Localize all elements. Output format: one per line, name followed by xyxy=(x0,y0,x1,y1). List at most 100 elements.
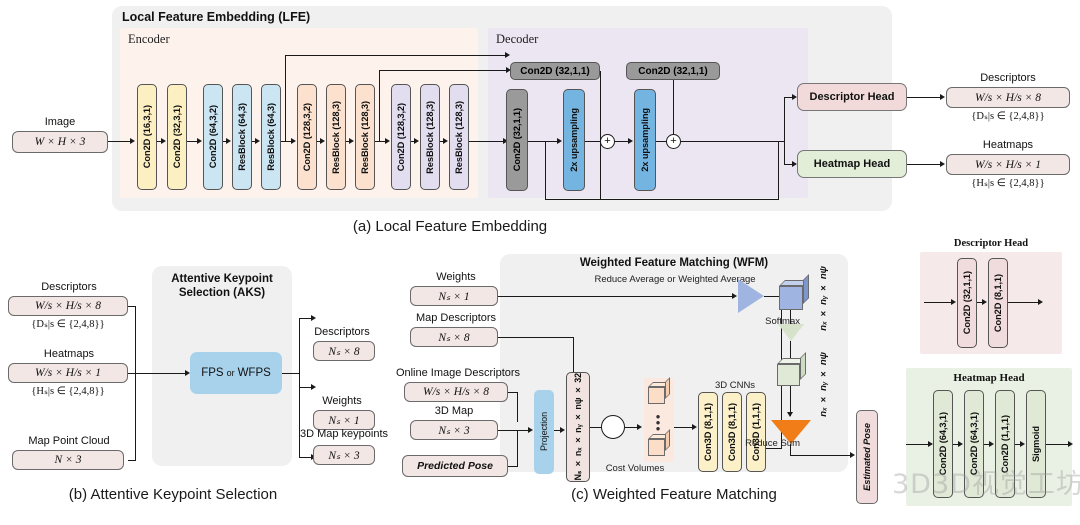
aks-output-0-shape: Nₛ × 8 xyxy=(313,341,375,361)
wfm-softmax-label: Softmax xyxy=(765,316,800,327)
encoder-block-0: Con2D (16,3,1) xyxy=(137,84,157,190)
skip-riser-0 xyxy=(379,70,381,141)
wfm-onl-riser xyxy=(517,392,519,422)
wfm-reduce-label: Reduce Average or Weighted Average xyxy=(594,274,756,285)
aks-input-1-title: Heatmaps xyxy=(43,348,95,360)
decoder-block-2-label: 2x upsampling xyxy=(640,108,650,172)
enc-arrow-6 xyxy=(349,138,354,144)
decoder-block-1: 2x upsampling xyxy=(563,89,585,191)
aks-input-1-set: {Hₛ|s ∈ {2,4,8}} xyxy=(31,386,105,397)
heat-out-line xyxy=(907,164,942,166)
wfm-proj-out-arrow xyxy=(560,427,565,433)
bypass-bus xyxy=(545,199,779,201)
encoder-block-2-label: Con2D (64,3,2) xyxy=(208,105,218,169)
lfe-output-0-title: Descriptors xyxy=(980,72,1036,84)
cost-volume-ellipsis: • • • xyxy=(655,409,661,436)
wfm-cnn-block-2: Con3D (1,1,1) xyxy=(746,392,766,472)
merge-node-0-symbol: + xyxy=(604,135,611,147)
merge-node-1: + xyxy=(666,134,681,149)
aks-input-2-title: Map Point Cloud xyxy=(28,435,110,447)
heatmap-head-block-2: Con2D (1,1,1) xyxy=(995,390,1015,498)
wfm-cnn-block-1: Con3D (8,1,1) xyxy=(722,392,742,472)
skip-line-1 xyxy=(285,55,507,57)
caption-b: (b) Attentive Keypoint Selection xyxy=(68,486,278,503)
wfm-cv-out-line xyxy=(674,427,694,429)
skip-riser-1 xyxy=(285,55,287,141)
encoder-block-10: ResBlock (128,3) xyxy=(449,84,469,190)
aks-core-label-b: WFPS xyxy=(237,367,271,379)
dhead-in-line xyxy=(924,302,953,304)
enc-arrow-3 xyxy=(255,138,260,144)
heatmap-head-box[interactable]: Heatmap Head xyxy=(797,150,907,178)
wfm-projection-block: Projection xyxy=(534,390,554,474)
aks-output-2-shape: Nₛ × 3 xyxy=(313,445,375,465)
wfm-cv-out-arrow xyxy=(692,424,697,430)
dec-link-2 xyxy=(615,141,629,143)
aks-core-fps[interactable]: FPS or WFPS xyxy=(190,352,282,394)
line-image-to-encoder xyxy=(108,141,131,143)
wfm-estimated-pose-label: Estimated Pose xyxy=(862,423,872,491)
encoder-block-8: Con2D (128,3,2) xyxy=(391,84,411,190)
aks-input-0-shape: W/s × H/s × 8 xyxy=(8,296,128,316)
encoder-block-6: ResBlock (128,3) xyxy=(326,84,346,190)
hhead-out-line xyxy=(1046,444,1070,446)
aks-title-line2: Selection (AKS) xyxy=(178,287,266,299)
wfm-predicted-pose-box: Predicted Pose xyxy=(402,455,508,477)
bypass-riser-b xyxy=(600,141,602,199)
wfm-input-2-shape: W/s × H/s × 8 xyxy=(404,382,508,402)
figure-root: Local Feature Embedding (LFE) Encoder De… xyxy=(0,0,1080,525)
wfm-input-0-shape: Nₛ × 1 xyxy=(410,286,498,306)
aks-input-0-title: Descriptors xyxy=(41,281,97,293)
decoder-block-2: 2x upsampling xyxy=(634,89,656,191)
aks-out1-arrow xyxy=(311,384,316,390)
encoder-block-5: Con2D (128,3,2) xyxy=(297,84,317,190)
skip-arrow-1 xyxy=(505,52,510,58)
dhead-in-arrow xyxy=(951,299,956,305)
descriptor-head-block-0-label: Con2D (32,1,1) xyxy=(962,271,972,335)
wfm-weights-line xyxy=(498,296,734,298)
dec-link-3 xyxy=(656,141,666,143)
encoder-block-7-label: ResBlock (128,3) xyxy=(360,100,370,174)
decoder-block-1-label: 2x upsampling xyxy=(569,108,579,172)
hhead-arrow-0 xyxy=(958,441,963,447)
aks-core-label-or: or xyxy=(226,368,235,378)
heatmap-head-block-0: Con2D (64,3,1) xyxy=(933,390,953,498)
wfm-proj-in-line xyxy=(498,430,530,432)
wfm-reducesum-arrow xyxy=(787,412,793,417)
encoder-block-10-label: ResBlock (128,3) xyxy=(454,100,464,174)
encoder-block-4: ResBlock (64,3) xyxy=(261,84,281,190)
cost-volume-cube-bottom-icon xyxy=(648,429,674,458)
dec-arrow-0 xyxy=(557,138,562,144)
heatmap-head-block-2-label: Con2D (1,1,1) xyxy=(1000,414,1010,474)
heatmap-head-title: Heatmap Head xyxy=(953,372,1025,384)
merge-node-1-symbol: + xyxy=(670,135,677,147)
wfm-weights-arrow xyxy=(732,293,737,299)
enc-arrow-7 xyxy=(385,138,390,144)
skip-line-0 xyxy=(379,70,508,72)
encoder-block-6-label: ResBlock (128,3) xyxy=(331,100,341,174)
skipconv0-down xyxy=(600,71,602,142)
heatmap-head-block-1-label: Con2D (64,3,1) xyxy=(969,412,979,476)
encoder-block-9-label: ResBlock (128,3) xyxy=(425,100,435,174)
wfm-projection-label: Projection xyxy=(539,412,549,452)
aks-title-line1: Attentive Keypoint xyxy=(171,273,273,285)
wfm-out-line xyxy=(790,455,852,457)
heatmap-head-panel xyxy=(906,368,1072,506)
enc-arrow-8 xyxy=(414,138,419,144)
aks-out0-arrow xyxy=(311,315,316,321)
descriptor-head-box[interactable]: Descriptor Head xyxy=(797,83,907,111)
aks-out-line xyxy=(282,373,300,375)
wfm-input-0-title: Weights xyxy=(436,271,476,283)
heatmap-head-block-3-label: Sigmoid xyxy=(1031,426,1041,462)
dec-arrow-2 xyxy=(628,138,633,144)
aks-output-2-title: 3D Map keypoints xyxy=(299,428,389,440)
heatmap-head-block-0-label: Con2D (64,3,1) xyxy=(938,412,948,476)
wfm-cnn-block-2-label: Con3D (1,1,1) xyxy=(751,402,761,462)
wfm-tensor-block: Nₛ × nₓ × nᵧ × nψ × 32 xyxy=(566,372,590,482)
wfm-blue-cube-icon xyxy=(779,274,813,312)
wfm-tensor-label: Nₛ × nₓ × nᵧ × nψ × 32 xyxy=(573,373,583,481)
lfe-output-1-set: {Hₛ|s ∈ {2,4,8}} xyxy=(971,178,1045,189)
wfm-estimated-pose-box: Estimated Pose xyxy=(856,410,878,504)
heat-out-arrow xyxy=(940,161,945,167)
aks-in2-riser xyxy=(135,373,137,461)
